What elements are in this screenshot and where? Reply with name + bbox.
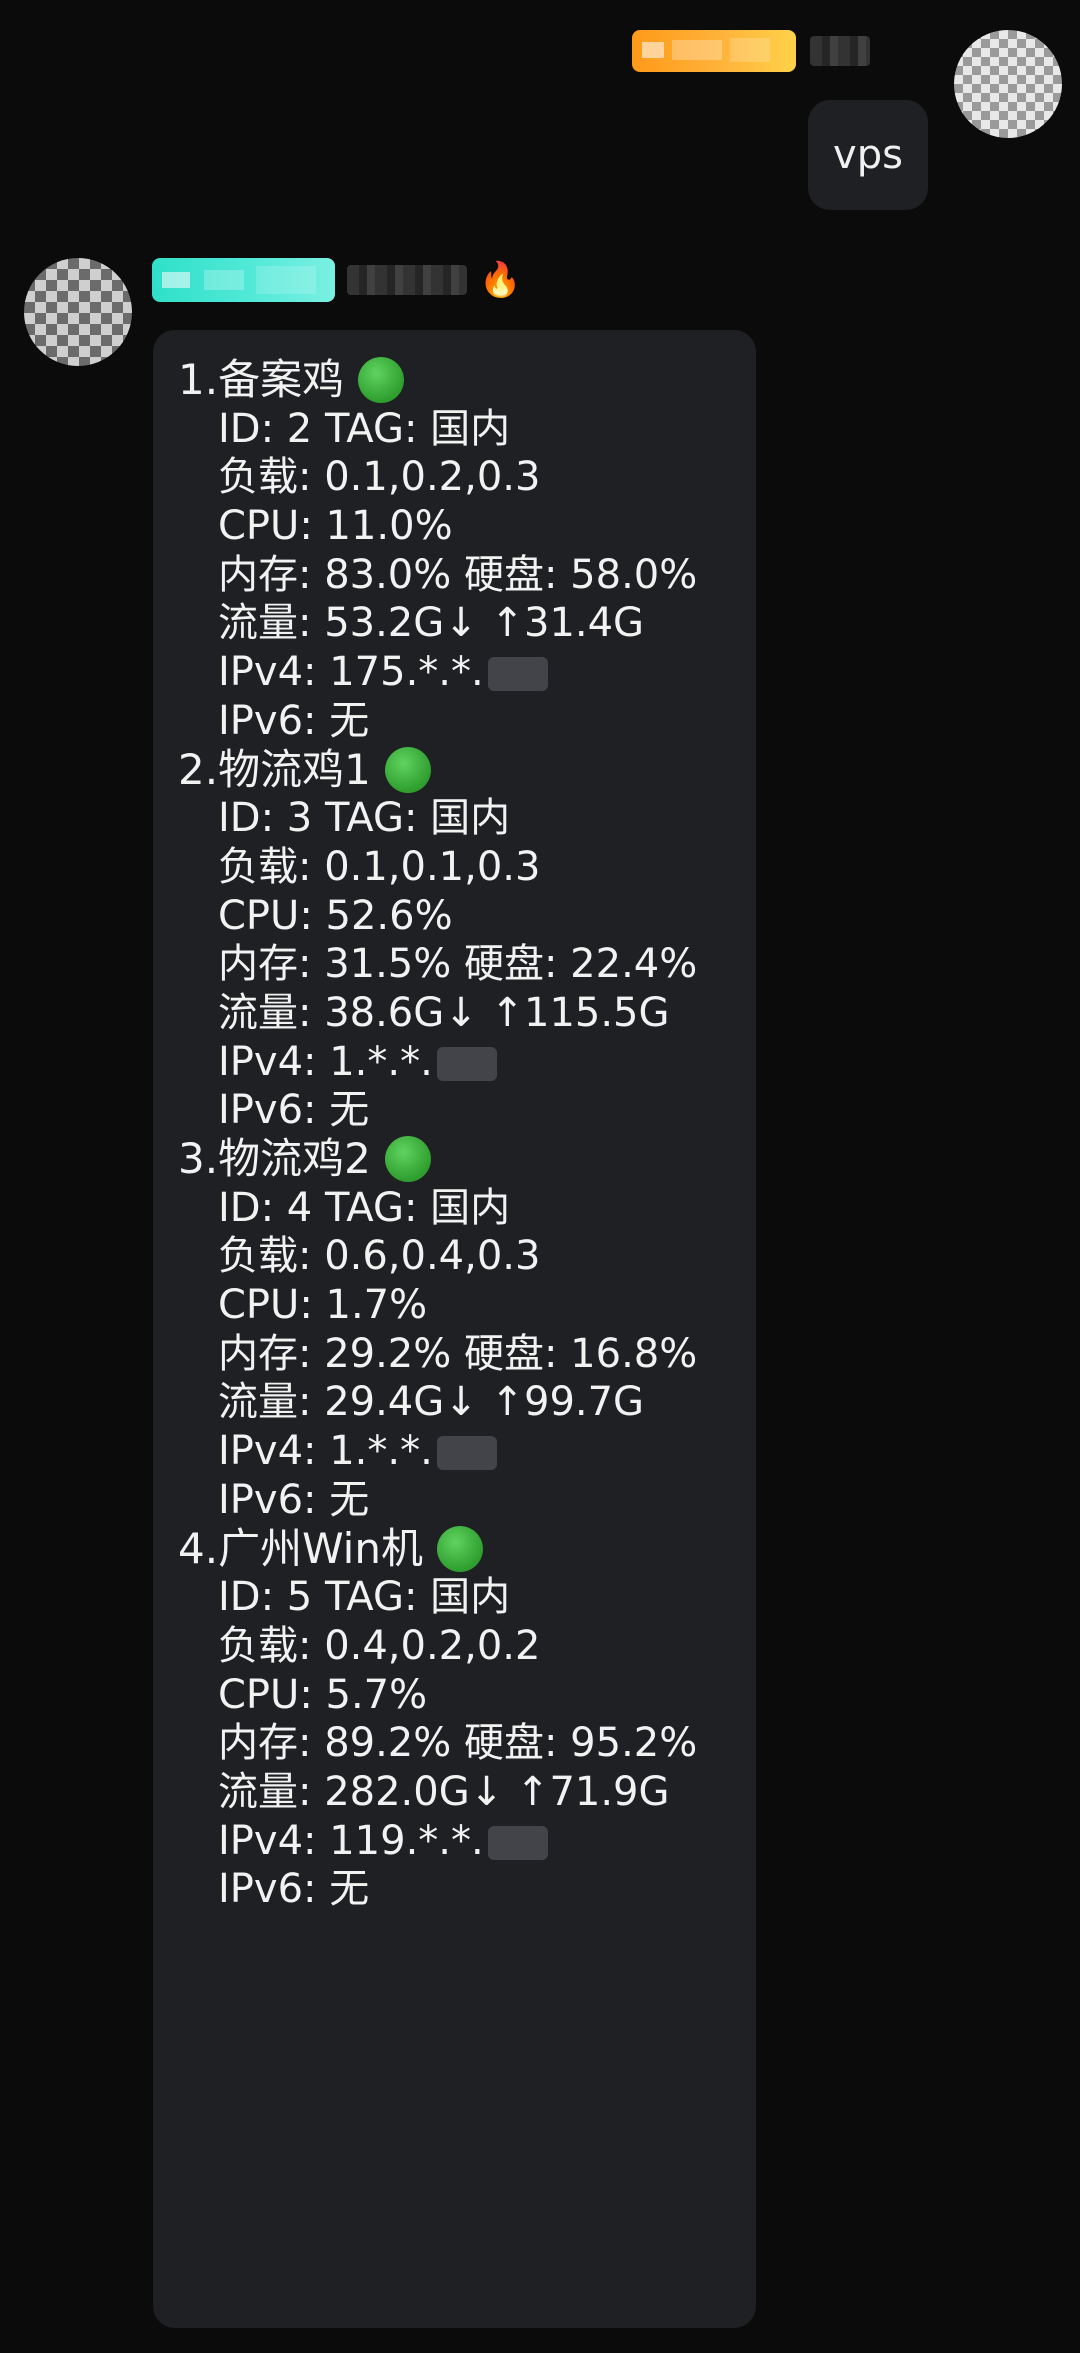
server-ipv4: IPv4: 119.*.*. (178, 1817, 756, 1866)
redacted-ip (436, 1046, 497, 1081)
server-title: 3.物流鸡2 (178, 1134, 371, 1183)
redacted-ip (487, 657, 548, 692)
server-memory-disk: 内存: 31.5% 硬盘: 22.4% (218, 941, 698, 988)
bot-avatar[interactable] (24, 258, 132, 366)
server-traffic: 流量: 53.2G↓ ↑31.4G (218, 600, 645, 647)
server-ipv4: IPv4: 1.*.*. (178, 1038, 756, 1087)
server-load: 负载: 0.1,0.1,0.3 (218, 843, 541, 890)
sender-title-badge (632, 30, 796, 72)
server-id-tag: ID: 2 TAG: 国内 (218, 405, 511, 452)
outgoing-message-text: vps (833, 132, 903, 178)
outgoing-sender-header (632, 30, 870, 72)
server-cpu: CPU: 11.0% (218, 503, 453, 550)
my-avatar[interactable] (954, 30, 1062, 138)
incoming-sender-header: 🔥 (152, 258, 521, 302)
server-memory-disk: 内存: 29.2% 硬盘: 16.8% (218, 1330, 698, 1377)
server-load: 负载: 0.6,0.4,0.3 (218, 1233, 541, 1280)
server-ipv6: IPv6: 无 (218, 1866, 370, 1913)
sender-name-blurred (810, 36, 870, 66)
server-load: 负载: 0.4,0.2,0.2 (218, 1622, 541, 1669)
server-id-tag: ID: 4 TAG: 国内 (218, 1184, 511, 1231)
green-circle-icon (384, 746, 431, 793)
outgoing-message-bubble[interactable]: vps (808, 100, 928, 210)
server-traffic: 流量: 282.0G↓ ↑71.9G (218, 1768, 670, 1815)
server-ipv6: IPv6: 无 (218, 1087, 370, 1134)
server-id-tag: ID: 5 TAG: 国内 (218, 1574, 511, 1621)
server-cpu: CPU: 1.7% (218, 1282, 428, 1329)
bot-title-badge (152, 258, 335, 302)
server-traffic: 流量: 29.4G↓ ↑99.7G (218, 1379, 645, 1426)
server-ipv6: IPv6: 无 (218, 697, 370, 744)
server-load: 负载: 0.1,0.2,0.3 (218, 454, 541, 501)
server-ipv6: IPv6: 无 (218, 1476, 370, 1523)
green-circle-icon (384, 1136, 431, 1183)
incoming-message-bubble[interactable]: 1.备案鸡 ID: 2 TAG: 国内 负载: 0.1,0.2,0.3 CPU:… (153, 330, 756, 2328)
server-ipv4: IPv4: 175.*.*. (178, 648, 756, 697)
redacted-ip (436, 1436, 497, 1471)
server-cpu: CPU: 52.6% (218, 892, 453, 939)
green-circle-icon (436, 1525, 483, 1572)
server-entry: 4.广州Win机 ID: 5 TAG: 国内 负载: 0.4,0.2,0.2 C… (178, 1523, 756, 1915)
server-entry: 1.备案鸡 ID: 2 TAG: 国内 负载: 0.1,0.2,0.3 CPU:… (178, 355, 756, 746)
server-title: 2.物流鸡1 (178, 744, 371, 794)
server-ipv4: IPv4: 1.*.*. (178, 1427, 756, 1476)
server-traffic: 流量: 38.6G↓ ↑115.5G (218, 989, 670, 1036)
server-memory-disk: 内存: 83.0% 硬盘: 58.0% (218, 551, 698, 598)
server-entry: 3.物流鸡2 ID: 4 TAG: 国内 负载: 0.6,0.4,0.3 CPU… (178, 1134, 756, 1525)
server-entry: 2.物流鸡1 ID: 3 TAG: 国内 负载: 0.1,0.1,0.3 CPU… (178, 744, 756, 1136)
server-title: 1.备案鸡 (178, 355, 345, 404)
server-title: 4.广州Win机 (178, 1523, 423, 1573)
server-memory-disk: 内存: 89.2% 硬盘: 95.2% (218, 1720, 698, 1767)
green-circle-icon (358, 357, 405, 404)
server-cpu: CPU: 5.7% (218, 1671, 428, 1718)
server-id-tag: ID: 3 TAG: 国内 (218, 795, 511, 842)
redacted-ip (487, 1825, 548, 1860)
fire-icon: 🔥 (479, 260, 522, 300)
bot-name-blurred (347, 265, 467, 295)
